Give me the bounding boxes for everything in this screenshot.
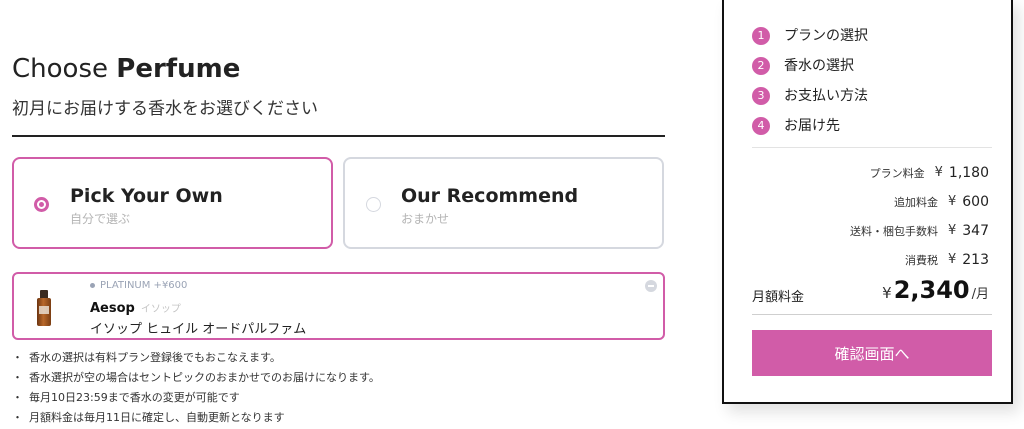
selected-perfume-card[interactable]: PLATINUM +¥600 Aesop イソップ イソップ ヒュイル オードパル… [12,272,665,340]
yen-symbol: ¥ [947,252,957,267]
page-title-light: Choose [12,54,108,84]
fee-row: プラン料金 ¥1,180 [850,158,989,187]
step-number-badge: 1 [752,27,770,45]
note-item: 香水選択が空の場合はセントピックのおまかせでのお届けになります。 [12,370,380,390]
monthly-fee-amount: 2,340 [893,276,970,304]
fee-label: 送料・梱包手数料 [849,224,938,238]
monthly-fee-total: ¥2,340/月 [882,276,989,304]
brand-label: Aesop [90,301,135,316]
remove-icon[interactable] [645,280,657,292]
step-label: お支払い方法 [784,88,868,104]
step-item: 2 香水の選択 [752,57,868,87]
tier-badge: PLATINUM +¥600 [90,280,187,291]
step-number-badge: 4 [752,117,770,135]
yen-symbol: ¥ [947,194,957,209]
brand-name: Aesop イソップ [90,300,181,316]
fee-list: プラン料金 ¥1,180 追加料金 ¥600 送料・梱包手数料 ¥347 消費税 ¥21… [850,158,989,274]
radio-selected-icon[interactable] [34,197,49,212]
monthly-fee-label: 月額料金 [752,290,805,305]
fee-value: 347 [962,222,989,239]
title-divider [12,135,665,137]
option-subtitle: 自分で選ぶ [70,212,131,226]
note-item: 毎月10日23:59まで香水の変更が可能です [12,390,380,410]
confirm-button[interactable]: 確認画面へ [752,330,992,376]
fee-row: 送料・梱包手数料 ¥347 [850,216,989,245]
fee-value: 1,180 [948,164,989,181]
page-subtitle: 初月にお届けする香水をお選びください [12,99,318,119]
panel-divider [752,314,992,315]
option-our-recommend[interactable]: Our Recommend おまかせ [343,157,664,249]
step-item: 1 プランの選択 [752,27,868,57]
fee-value: 213 [962,251,989,268]
perfume-name: イソップ ヒュイル オードパルファム [90,322,307,337]
note-item: 月額料金は毎月11日に確定し、自動更新となります [12,410,380,429]
option-subtitle: おまかせ [401,212,450,226]
step-item: 3 お支払い方法 [752,87,868,117]
fee-row: 追加料金 ¥600 [850,187,989,216]
brand-kana: イソップ [140,304,181,315]
yen-symbol: ¥ [947,223,957,238]
notes-list: 香水の選択は有料プラン登録後でもおこなえます。 香水選択が空の場合はセントピック… [12,350,380,429]
page-title-bold: Perfume [116,54,241,84]
step-number-badge: 2 [752,57,770,75]
perfume-bottle-image [37,290,51,326]
note-item: 香水の選択は有料プラン登録後でもおこなえます。 [12,350,380,370]
yen-symbol: ¥ [934,165,943,180]
per-month-label: /月 [971,287,989,302]
step-label: プランの選択 [784,28,868,44]
fee-label: 追加料金 [893,195,938,209]
option-title: Our Recommend [401,185,579,207]
option-title: Pick Your Own [70,185,223,207]
step-label: お届け先 [784,118,840,134]
radio-unselected-icon[interactable] [366,197,381,212]
yen-symbol: ¥ [882,284,892,302]
page-title: Choose Perfume [12,54,240,84]
fee-value: 600 [962,193,989,210]
fee-label: 消費税 [904,253,938,267]
step-item: 4 お届け先 [752,117,868,147]
fee-label: プラン料金 [869,166,925,180]
fee-row: 消費税 ¥213 [850,245,989,274]
tier-label: PLATINUM +¥600 [100,280,188,291]
option-pick-your-own[interactable]: Pick Your Own 自分で選ぶ [12,157,333,249]
tier-dot-icon [90,282,95,288]
step-label: 香水の選択 [784,58,854,74]
step-list: 1 プランの選択 2 香水の選択 3 お支払い方法 4 お届け先 [752,27,868,147]
order-summary-panel: 1 プランの選択 2 香水の選択 3 お支払い方法 4 お届け先 プラン料金 ¥1,180… [722,0,1013,404]
step-number-badge: 3 [752,87,770,105]
panel-divider [752,147,992,148]
